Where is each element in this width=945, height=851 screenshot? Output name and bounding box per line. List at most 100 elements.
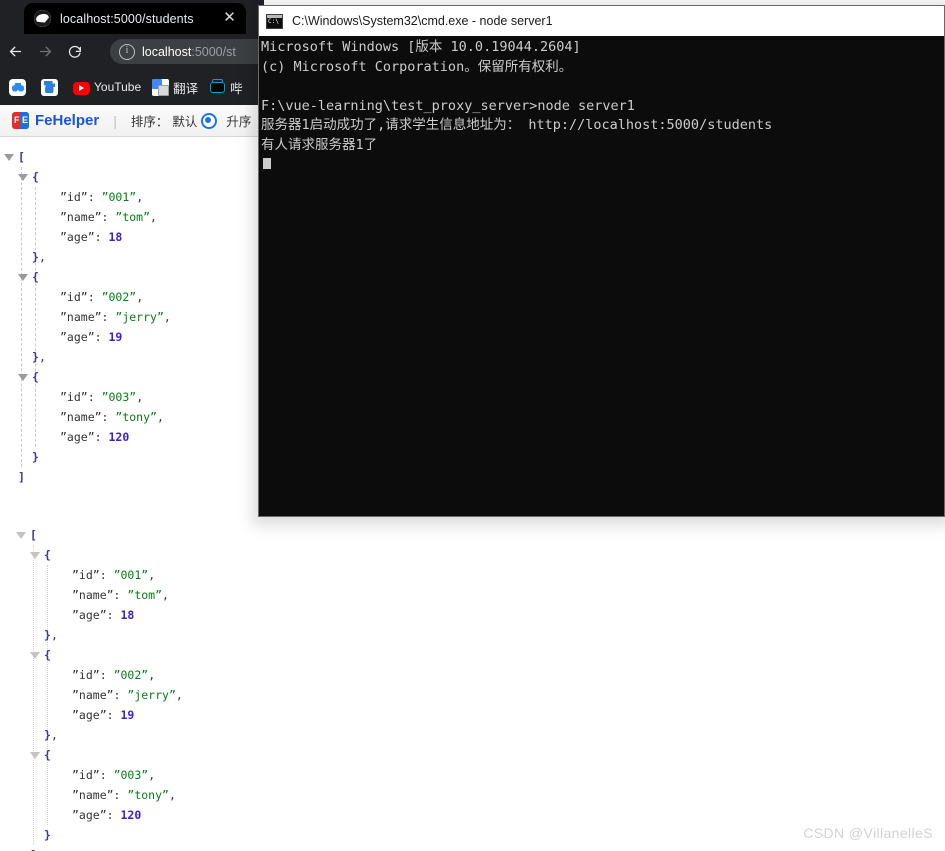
cmd-output-line: Microsoft Windows [版本 10.0.19044.2604] xyxy=(261,39,581,55)
cmd-console-output[interactable]: Microsoft Windows [版本 10.0.19044.2604] (c… xyxy=(259,36,944,175)
json-line-content: ”age”: 19 xyxy=(60,327,122,347)
json-token-colon: , xyxy=(50,628,58,642)
json-token-brace: { xyxy=(44,748,51,762)
json-token-punc: [ xyxy=(30,528,37,542)
sort-option-default-radio[interactable] xyxy=(201,112,218,129)
json-line: } xyxy=(0,447,264,467)
json-token-str: ”jerry” xyxy=(127,688,176,702)
json-token-colon: , xyxy=(136,190,144,204)
close-icon[interactable]: ✕ xyxy=(221,10,238,27)
json-token-colon: , xyxy=(168,788,176,802)
json-line: ”name”: ”tom”, xyxy=(0,585,264,605)
bookmark-youtube[interactable]: YouTube xyxy=(73,80,141,95)
json-line-content: } xyxy=(44,825,51,845)
collapse-triangle-icon[interactable] xyxy=(18,374,28,381)
cmd-output-line xyxy=(261,77,944,97)
collapse-triangle-icon[interactable] xyxy=(18,274,28,281)
cmd-window[interactable]: C:\Windows\System32\cmd.exe - node serve… xyxy=(258,5,945,517)
json-token-colon: : xyxy=(87,390,102,404)
json-line: ”age”: 19 xyxy=(0,705,264,725)
json-token-str: ”002” xyxy=(113,668,149,682)
collapse-triangle-icon[interactable] xyxy=(30,652,40,659)
json-line: [ xyxy=(0,525,264,545)
collapse-triangle-icon[interactable] xyxy=(30,552,40,559)
browser-tab-students[interactable]: localhost:5000/students ✕ xyxy=(24,3,246,34)
json-line: ”age”: 19 xyxy=(0,327,264,347)
bookmark-baidu-netdisk[interactable] xyxy=(9,78,30,96)
json-token-colon: : xyxy=(94,230,109,244)
json-token-colon: : xyxy=(94,330,109,344)
json-line-content: ”name”: ”jerry”, xyxy=(60,307,171,327)
json-token-colon: : xyxy=(101,410,116,424)
json-token-colon: , xyxy=(163,310,171,324)
json-block-bottom: [{”id”: ”001”, ”name”: ”tom”, ”age”: 18},{… xyxy=(0,525,264,851)
json-token-colon: , xyxy=(175,688,183,702)
bilibili-icon xyxy=(209,79,226,96)
json-token-colon: : xyxy=(106,708,121,722)
json-token-colon: : xyxy=(94,430,109,444)
json-token-colon: : xyxy=(113,688,128,702)
json-token-key: ”age” xyxy=(72,708,107,722)
json-token-punc: [ xyxy=(18,150,25,164)
bookmark-baidu[interactable] xyxy=(41,78,62,96)
json-line: ”name”: ”jerry”, xyxy=(0,685,264,705)
json-token-key: ”id” xyxy=(60,390,88,404)
back-icon[interactable] xyxy=(0,37,30,67)
json-token-key: ”age” xyxy=(60,330,95,344)
json-token-brace: { xyxy=(44,548,51,562)
json-token-brace: } xyxy=(44,728,51,742)
json-line-content: ”name”: ”tom”, xyxy=(72,585,169,605)
fehelper-title: FeHelper xyxy=(35,112,100,129)
json-line-content: { xyxy=(32,167,39,187)
json-token-brace: { xyxy=(32,270,39,284)
screen-root: localhost:5000/students ✕ i localhost:50… xyxy=(0,0,945,851)
cmd-cursor xyxy=(263,158,271,169)
json-token-colon: : xyxy=(101,210,116,224)
json-token-colon: : xyxy=(99,668,114,682)
collapse-triangle-icon[interactable] xyxy=(4,154,14,161)
json-token-colon: , xyxy=(156,410,164,424)
fehelper-logo-e: E xyxy=(22,115,29,125)
json-line: ”name”: ”jerry”, xyxy=(0,307,264,327)
json-line: ”age”: 120 xyxy=(0,805,264,825)
collapse-triangle-icon[interactable] xyxy=(16,532,26,539)
site-info-icon[interactable]: i xyxy=(119,43,135,60)
json-token-brace: } xyxy=(32,450,39,464)
json-line-content: ”name”: ”tony”, xyxy=(72,785,176,805)
bookmark-bilibili[interactable]: 哔 xyxy=(209,78,243,97)
json-line: }, xyxy=(0,247,264,267)
collapse-triangle-icon[interactable] xyxy=(30,752,40,759)
json-token-key: ”name” xyxy=(72,788,114,802)
reload-icon[interactable] xyxy=(60,37,90,67)
json-token-colon: , xyxy=(148,568,156,582)
address-bar[interactable]: i localhost:5000/st xyxy=(110,39,264,64)
json-line: ”age”: 18 xyxy=(0,605,264,625)
json-token-key: ”id” xyxy=(72,668,100,682)
json-line: { xyxy=(0,367,264,387)
json-line-content: } xyxy=(32,447,39,467)
json-line: }, xyxy=(0,347,264,367)
address-path: :5000/st xyxy=(191,44,236,59)
json-block-top: [{”id”: ”001”, ”name”: ”tom”, ”age”: 18},{… xyxy=(0,147,264,487)
json-token-colon: , xyxy=(38,250,46,264)
forward-icon[interactable] xyxy=(30,37,60,67)
bookmark-google-translate[interactable]: 翻译 xyxy=(152,78,198,97)
json-token-str: ”003” xyxy=(113,768,149,782)
json-token-num: 19 xyxy=(108,330,123,344)
json-line-content: ”age”: 18 xyxy=(60,227,122,247)
json-token-punc: ] xyxy=(18,470,25,484)
sort-option-asc-label[interactable]: 升序 xyxy=(226,111,251,130)
json-token-colon: , xyxy=(148,768,156,782)
json-line: ] xyxy=(0,845,264,851)
json-token-colon: , xyxy=(38,350,46,364)
cmd-output-line: (c) Microsoft Corporation。保留所有权利。 xyxy=(261,58,573,75)
baidu-netdisk-icon xyxy=(9,78,26,96)
cmd-console-icon xyxy=(266,13,283,29)
cmd-title-bar[interactable]: C:\Windows\System32\cmd.exe - node serve… xyxy=(259,6,944,36)
json-line: ”name”: ”tony”, xyxy=(0,407,264,427)
json-line-content: ”name”: ”jerry”, xyxy=(72,685,183,705)
sort-option-default-label[interactable]: 默认 xyxy=(172,111,197,130)
json-token-str: ”jerry” xyxy=(115,310,164,324)
json-line: ”id”: ”001”, xyxy=(0,187,264,207)
collapse-triangle-icon[interactable] xyxy=(18,174,28,181)
